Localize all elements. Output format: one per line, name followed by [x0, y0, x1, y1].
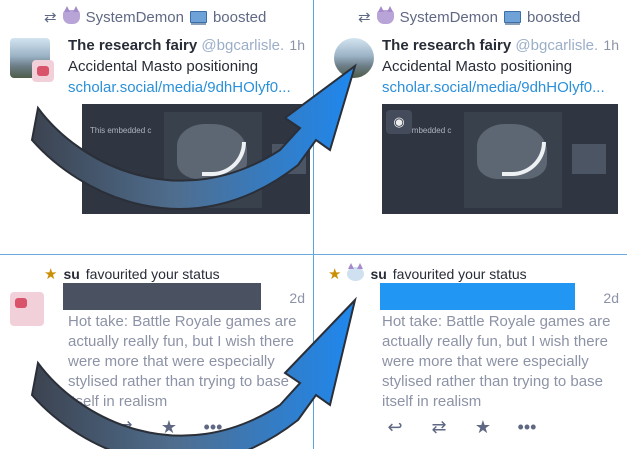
media-side-thumb [572, 144, 606, 174]
reply-icon[interactable]: ↩ [384, 417, 406, 438]
hide-media-icon[interactable]: ◉ [386, 110, 412, 134]
boosted-post-before: ⇄ SystemDemon boosted The research fairy… [0, 0, 313, 224]
boost-icon[interactable]: ⇄ [114, 417, 136, 438]
booster-mini-avatar [32, 60, 54, 82]
post-link[interactable]: scholar.social/media/9dhHOlyf0... [68, 79, 303, 96]
notifier-avatar[interactable] [10, 292, 44, 326]
media-side-thumb [272, 144, 306, 174]
boost-line: ⇄ SystemDemon boosted [358, 6, 581, 26]
redacted-display-name [380, 283, 575, 310]
post-time[interactable]: 1h [285, 37, 305, 53]
boosted-label: boosted [526, 8, 581, 26]
post-link[interactable]: scholar.social/media/9dhHOlyf0... [382, 79, 617, 96]
booster-name[interactable]: SystemDemon [400, 9, 498, 26]
notification-time[interactable]: 2d [289, 290, 305, 306]
media-caption: This embedded c [90, 126, 152, 135]
demon-avatar-icon [376, 6, 394, 24]
notification-time[interactable]: 2d [603, 290, 619, 306]
notification-action: favourited your status [392, 266, 527, 282]
notification-line: ★ su favourited your status [44, 265, 220, 283]
media-attachment[interactable]: This embedded c [382, 104, 618, 214]
post-text: Accidental Masto positioning [68, 58, 259, 75]
boosted-post-after: ⇄ SystemDemon boosted The research fairy… [314, 0, 627, 224]
favourite-notification-before: ★ su favourited your status 2d Hot take:… [0, 257, 313, 449]
star-icon[interactable]: ★ [158, 417, 180, 438]
more-icon[interactable]: ••• [202, 417, 224, 438]
boost-icon: ⇄ [44, 9, 57, 26]
notifier-name[interactable]: su [370, 266, 386, 282]
action-bar: ↩ ⇄ ★ ••• [384, 417, 538, 438]
author-display-name[interactable]: The research fairy [68, 37, 197, 54]
status-text: Hot take: Battle Royale games are actual… [68, 313, 297, 410]
boosted-label: boosted [212, 8, 267, 26]
horizontal-divider [0, 254, 627, 255]
author-handle[interactable]: @bgcarlisle... [515, 37, 606, 54]
notifier-name[interactable]: su [63, 266, 79, 282]
notification-line: ★ su favourited your status [328, 263, 527, 283]
notifier-mini-avatar [347, 263, 365, 281]
more-icon[interactable]: ••• [516, 417, 538, 438]
author-avatar[interactable] [334, 38, 374, 78]
redacted-display-name [63, 283, 261, 310]
action-bar: ↩ ⇄ ★ ••• [70, 417, 224, 438]
star-icon: ★ [44, 266, 58, 283]
star-icon: ★ [328, 266, 342, 283]
author-handle[interactable]: @bgcarlisle... [201, 37, 292, 54]
boost-icon: ⇄ [358, 9, 371, 26]
notification-action: favourited your status [85, 266, 220, 282]
boost-line: ⇄ SystemDemon boosted [44, 6, 267, 26]
post-text: Accidental Masto positioning [382, 58, 573, 75]
media-attachment[interactable]: This embedded c [82, 104, 310, 214]
favourite-notification-after: ★ su favourited your status 2d Hot take:… [314, 257, 627, 449]
demon-avatar-icon [62, 6, 80, 24]
author-display-name[interactable]: The research fairy [382, 37, 511, 54]
post-time[interactable]: 1h [599, 37, 619, 53]
laptop-icon [189, 11, 207, 23]
post-header[interactable]: The research fairy @bgcarlisle... [68, 37, 306, 54]
reply-icon[interactable]: ↩ [70, 417, 92, 438]
status-text: Hot take: Battle Royale games are actual… [382, 313, 611, 410]
star-icon[interactable]: ★ [472, 417, 494, 438]
post-header[interactable]: The research fairy @bgcarlisle... [382, 37, 620, 54]
booster-name[interactable]: SystemDemon [86, 9, 184, 26]
laptop-icon [503, 11, 521, 23]
boost-icon[interactable]: ⇄ [428, 417, 450, 438]
